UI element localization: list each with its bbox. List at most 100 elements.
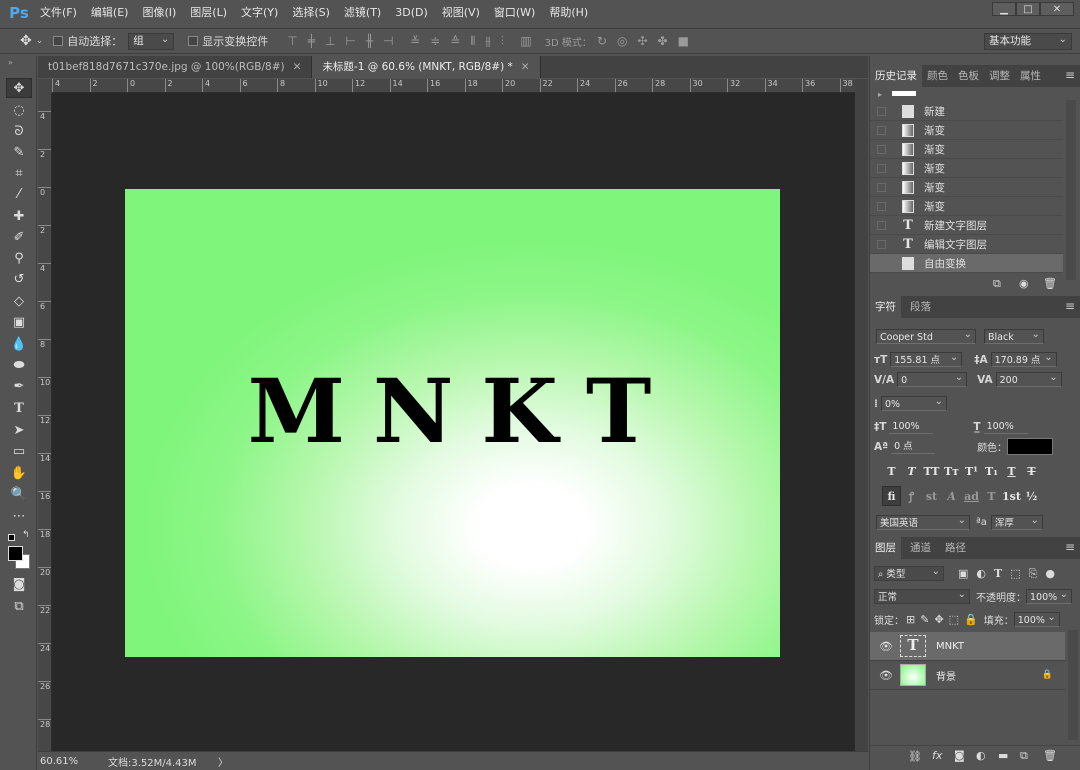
tab-paragraph[interactable]: 段落 [905,296,936,318]
baseline-shift-field[interactable]: 0 点 [891,439,936,454]
ornaments-button[interactable]: T [982,486,1001,506]
opacity-field[interactable]: 100% [1026,587,1072,604]
show-transform-checkbox[interactable] [188,36,199,46]
new-layer-icon[interactable]: ⧉ [1020,749,1028,763]
layer-row[interactable]: 👁 T MNKT [870,632,1065,661]
screen-mode-icon[interactable]: ⧉ [6,596,32,616]
panel-menu-icon[interactable]: ≡ [1065,540,1075,554]
history-source-checkbox[interactable] [877,201,886,211]
align-right-icon[interactable]: ⊣ [383,34,393,48]
layer-filter-dropdown[interactable]: ⌕ 类型 [874,564,944,581]
history-item[interactable]: T 新建文字图层 [870,216,1063,235]
font-size-field[interactable]: 155.81 点 [890,350,963,367]
align-hcenter-icon[interactable]: ╫ [366,34,373,48]
antialias-dropdown[interactable]: 浑厚 [990,513,1043,530]
gradient-tool-icon[interactable]: ▣ [6,312,32,332]
menu-edit[interactable]: 编辑(E) [84,0,136,26]
panel-menu-icon[interactable]: ≡ [1065,68,1075,82]
all-caps-button[interactable]: TT [922,461,941,481]
type-tool-icon[interactable]: T [6,398,32,418]
history-scrollbar[interactable] [1066,100,1076,280]
history-brush-tool-icon[interactable]: ↺ [6,269,32,289]
distribute-vcenter-icon[interactable]: ≑ [430,34,440,48]
quick-mask-icon[interactable]: ◙ [6,574,32,594]
history-item[interactable]: 新建 [870,102,1063,121]
move-tool-icon[interactable]: ✥ [20,33,32,49]
ruler-origin[interactable] [38,79,52,93]
align-bottom-icon[interactable]: ⊥ [325,34,335,48]
eyedropper-tool-icon[interactable]: ⁄ [6,184,32,204]
distribute-bottom-icon[interactable]: ≙ [450,34,460,48]
ordinals-button[interactable]: 1st [1002,486,1021,506]
history-item[interactable]: 自由变换 [870,254,1063,273]
workspace-dropdown[interactable]: 基本功能 [984,32,1072,50]
lasso-tool-icon[interactable]: ᘐ [6,121,32,141]
filter-toggle-icon[interactable]: ● [1045,567,1055,580]
menu-layer[interactable]: 图层(L) [183,0,234,26]
snapshot-thumb[interactable] [892,91,916,96]
filter-adjustment-icon[interactable]: ◐ [976,567,986,580]
distribute-top-icon[interactable]: ≚ [410,34,420,48]
tab-document-2[interactable]: 未标题-1 @ 60.6% (MNKT, RGB/8#) * ✕ [312,56,541,78]
hand-tool-icon[interactable]: ✋ [6,463,32,483]
strikethrough-button[interactable]: T [1022,461,1041,481]
canvas-text-layer[interactable]: MNKT [125,361,780,461]
link-layers-icon[interactable]: ⛓ [908,750,922,763]
more-tools-icon[interactable]: ⋯ [6,506,32,526]
marquee-tool-icon[interactable]: ◌ [6,100,32,120]
menu-view[interactable]: 视图(V) [435,0,487,26]
swap-colors-icon[interactable]: ↰ [22,530,30,540]
blend-mode-dropdown[interactable]: 正常 [874,587,970,604]
history-source-checkbox[interactable] [877,125,886,135]
titling-button[interactable]: ad [962,486,981,506]
history-source-checkbox[interactable] [877,163,886,173]
superscript-button[interactable]: T¹ [962,461,981,481]
menu-image[interactable]: 图像(I) [135,0,183,26]
ligature-button[interactable]: fi [882,486,901,506]
crop-tool-icon[interactable]: ⌗ [6,163,32,183]
tab-history[interactable]: 历史记录 [870,65,922,87]
tab-color[interactable]: 颜色 [922,65,953,87]
visibility-eye-icon[interactable]: 👁 [878,640,894,653]
canvas-workspace[interactable]: MNKT [52,93,855,751]
fx-icon[interactable]: fx [932,749,942,762]
trash-icon[interactable]: 🗑 [1043,749,1057,762]
faux-bold-button[interactable]: T [882,461,901,481]
tab-properties[interactable]: 属性 [1015,65,1046,87]
document-canvas[interactable]: MNKT [125,189,780,657]
minimize-button[interactable]: ▁ [992,2,1016,16]
lock-all-icon[interactable]: 🔒 [964,613,978,626]
align-top-icon[interactable]: ⊤ [287,34,297,48]
history-item[interactable]: 渐变 [870,197,1063,216]
3d-rotate-icon[interactable]: ↻ [597,34,607,48]
horizontal-scale-field[interactable]: 100% [983,419,1028,434]
foreground-color-swatch[interactable] [8,546,23,561]
ruler-top[interactable]: 4 2 0 2 4 6 8 10 12 14 16 18 20 22 24 26 28 30 32 34 36 38 [52,79,855,93]
align-vcenter-icon[interactable]: ╪ [308,34,315,48]
fill-field[interactable]: 100% [1013,610,1060,627]
tab-adjustments[interactable]: 调整 [984,65,1015,87]
blur-tool-icon[interactable]: 💧 [6,334,32,354]
default-colors-icon[interactable] [8,534,15,541]
close-window-button[interactable]: ✕ [1040,2,1074,16]
healing-brush-tool-icon[interactable]: ✚ [6,206,32,226]
swash-button[interactable]: st [922,486,941,506]
vertical-scale-field[interactable]: 100% [889,419,934,434]
distribute-left-icon[interactable]: ⫴ [470,34,475,48]
language-dropdown[interactable]: 美国英语 [876,513,970,530]
3d-slide-icon[interactable]: ✤ [658,34,668,48]
lock-position-icon[interactable]: ✥ [934,613,943,626]
lock-transparent-icon[interactable]: ⊞ [906,613,915,626]
menu-filter[interactable]: 滤镜(T) [337,0,388,26]
tab-character[interactable]: 字符 [870,296,901,318]
filter-smart-icon[interactable]: ⎘ [1029,567,1038,581]
menu-3d[interactable]: 3D(D) [388,0,435,26]
align-left-icon[interactable]: ⊢ [345,34,355,48]
tab-layers[interactable]: 图层 [870,537,901,559]
history-source-checkbox[interactable] [877,239,886,249]
restore-button[interactable]: □ [1016,2,1040,16]
auto-align-icon[interactable]: ▥ [520,34,531,48]
font-family-dropdown[interactable]: Cooper Std [876,327,976,344]
ruler-left[interactable]: 4 2 0 2 4 6 8 10 12 14 16 18 20 22 24 26 28 [38,93,52,751]
collapse-icon[interactable]: » [8,58,13,67]
